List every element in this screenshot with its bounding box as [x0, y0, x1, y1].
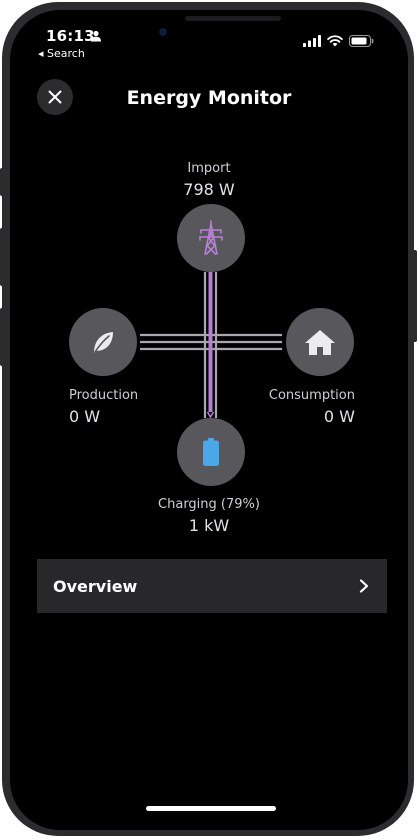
notch-speaker	[185, 16, 281, 21]
overview-row[interactable]: Overview	[37, 559, 387, 613]
status-indicators	[303, 34, 374, 48]
charging-node[interactable]	[177, 418, 245, 486]
import-value: 798 W	[183, 180, 235, 199]
status-time: 16:13	[46, 27, 95, 45]
wifi-icon	[327, 35, 343, 47]
power-tower-icon	[199, 220, 223, 255]
front-camera	[159, 28, 167, 36]
battery-icon	[203, 438, 219, 466]
production-label: Production	[69, 388, 139, 403]
cellular-signal-icon	[303, 35, 321, 47]
production-value: 0 W	[69, 407, 101, 426]
import-label: Import	[187, 161, 231, 176]
consumption-node[interactable]	[286, 308, 354, 376]
import-node[interactable]	[177, 204, 245, 272]
phone-frame: 16:13 ◂ Search Energy Monitor Import 798…	[2, 2, 414, 836]
flow-line-vertical	[203, 272, 218, 419]
overview-label: Overview	[53, 576, 138, 596]
side-button	[413, 250, 417, 342]
charging-label: Charging (79%)	[158, 497, 260, 512]
battery-status-icon	[349, 35, 374, 47]
energy-flow-diagram: Import 798 W Production 0 W Consumption …	[10, 150, 408, 550]
back-to-search-link[interactable]: ◂ Search	[38, 47, 85, 60]
volume-up-button	[0, 228, 4, 286]
mute-switch	[0, 168, 4, 196]
volume-down-button	[0, 308, 4, 366]
house-icon	[305, 330, 335, 355]
production-node[interactable]	[69, 308, 137, 376]
leaf-icon	[94, 332, 113, 353]
screen: 16:13 ◂ Search Energy Monitor Import 798…	[10, 10, 408, 830]
person-icon	[91, 30, 101, 42]
consumption-value: 0 W	[323, 407, 355, 426]
page-title: Energy Monitor	[126, 87, 292, 109]
charging-value: 1 kW	[188, 516, 230, 535]
consumption-label: Consumption	[268, 388, 355, 403]
notch	[118, 10, 300, 40]
home-indicator[interactable]	[146, 806, 276, 811]
chevron-right-icon	[359, 579, 369, 593]
